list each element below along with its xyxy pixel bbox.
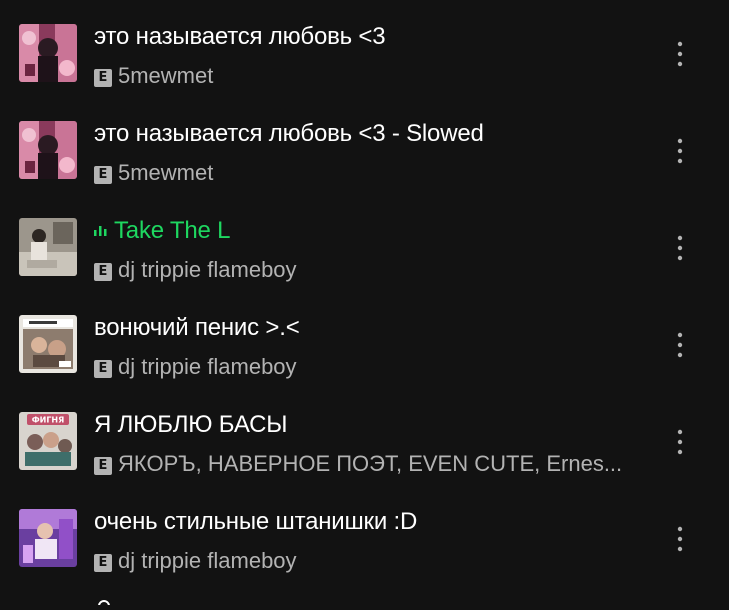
more-options-button[interactable] [668, 136, 692, 166]
track-title: вонючий пенис >.< [94, 314, 300, 341]
track-list: это называется любовь <3 E 5mewmet это н… [0, 0, 729, 610]
track-title: очень стильные штанишки :D [94, 508, 418, 535]
more-options-button[interactable] [668, 39, 692, 69]
album-art [19, 509, 77, 567]
track-row[interactable]: очень стильные штанишки :D Edj trippie f… [0, 485, 729, 577]
track-subtitle: Edj trippie flameboy [94, 256, 634, 284]
album-art-figna-collage-icon: ФИГНЯ [19, 412, 77, 470]
track-title: это называется любовь <3 [94, 23, 386, 50]
more-options-button[interactable] [668, 524, 692, 554]
album-art [19, 121, 77, 179]
explicit-badge: E [94, 166, 112, 184]
track-artist: 5mewmet [118, 160, 214, 185]
more-vertical-icon [677, 235, 683, 261]
explicit-badge: E [94, 263, 112, 281]
track-title-playing: Take The L [94, 216, 231, 246]
track-row-playing[interactable]: Take The L Edj trippie flameboy [0, 194, 729, 286]
album-art-caption: ФИГНЯ [32, 416, 65, 425]
track-row[interactable]: это называется любовь <3 - Slowed E 5mewm… [0, 97, 729, 189]
track-row[interactable]: ФИГНЯ Я ЛЮБЛЮ БАСЫ E ЯКОРЪ, НАВЕРНОЕ ПОЭТ… [0, 388, 729, 480]
track-artist: 5mewmet [118, 63, 214, 88]
explicit-badge: E [94, 457, 112, 475]
track-artist: dj trippie flameboy [118, 548, 297, 573]
next-track-peek [94, 592, 114, 610]
more-options-button[interactable] [668, 330, 692, 360]
album-art-pink-collage-icon [19, 121, 77, 179]
album-art [19, 24, 77, 82]
equalizer-icon [94, 224, 108, 236]
track-subtitle: E ЯКОРЪ, НАВЕРНОЕ ПОЭТ, EVEN CUTE, Ernes.… [94, 450, 634, 478]
more-vertical-icon [677, 429, 683, 455]
track-title: Take The L [114, 217, 231, 244]
album-art-purple-photo-icon [19, 509, 77, 567]
track-title: это называется любовь <3 - Slowed [94, 120, 484, 147]
explicit-badge: E [94, 69, 112, 87]
track-artist: ЯКОРЪ, НАВЕРНОЕ ПОЭТ, EVEN CUTE, Ernes..… [118, 451, 623, 476]
track-title: Я ЛЮБЛЮ БАСЫ [94, 411, 288, 438]
explicit-badge: E [94, 360, 112, 378]
track-artist: dj trippie flameboy [118, 354, 297, 379]
track-row[interactable]: вонючий пенис >.< Edj trippie flameboy [0, 291, 729, 383]
album-art-photo-room-icon [19, 218, 77, 276]
cut-off-text-icon [98, 600, 110, 610]
track-subtitle: Edj trippie flameboy [94, 353, 634, 381]
more-options-button[interactable] [668, 233, 692, 263]
album-art [19, 315, 77, 373]
track-row[interactable]: это называется любовь <3 E 5mewmet [0, 0, 729, 92]
track-subtitle: E 5mewmet [94, 159, 634, 187]
more-vertical-icon [677, 41, 683, 67]
track-artist: dj trippie flameboy [118, 257, 297, 282]
album-art [19, 218, 77, 276]
more-vertical-icon [677, 526, 683, 552]
more-vertical-icon [677, 138, 683, 164]
track-subtitle: E 5mewmet [94, 62, 634, 90]
album-art-photo-faces-icon [19, 315, 77, 373]
explicit-badge: E [94, 554, 112, 572]
track-subtitle: Edj trippie flameboy [94, 547, 634, 575]
more-options-button[interactable] [668, 427, 692, 457]
more-vertical-icon [677, 332, 683, 358]
album-art: ФИГНЯ [19, 412, 77, 470]
album-art-pink-collage-icon [19, 24, 77, 82]
